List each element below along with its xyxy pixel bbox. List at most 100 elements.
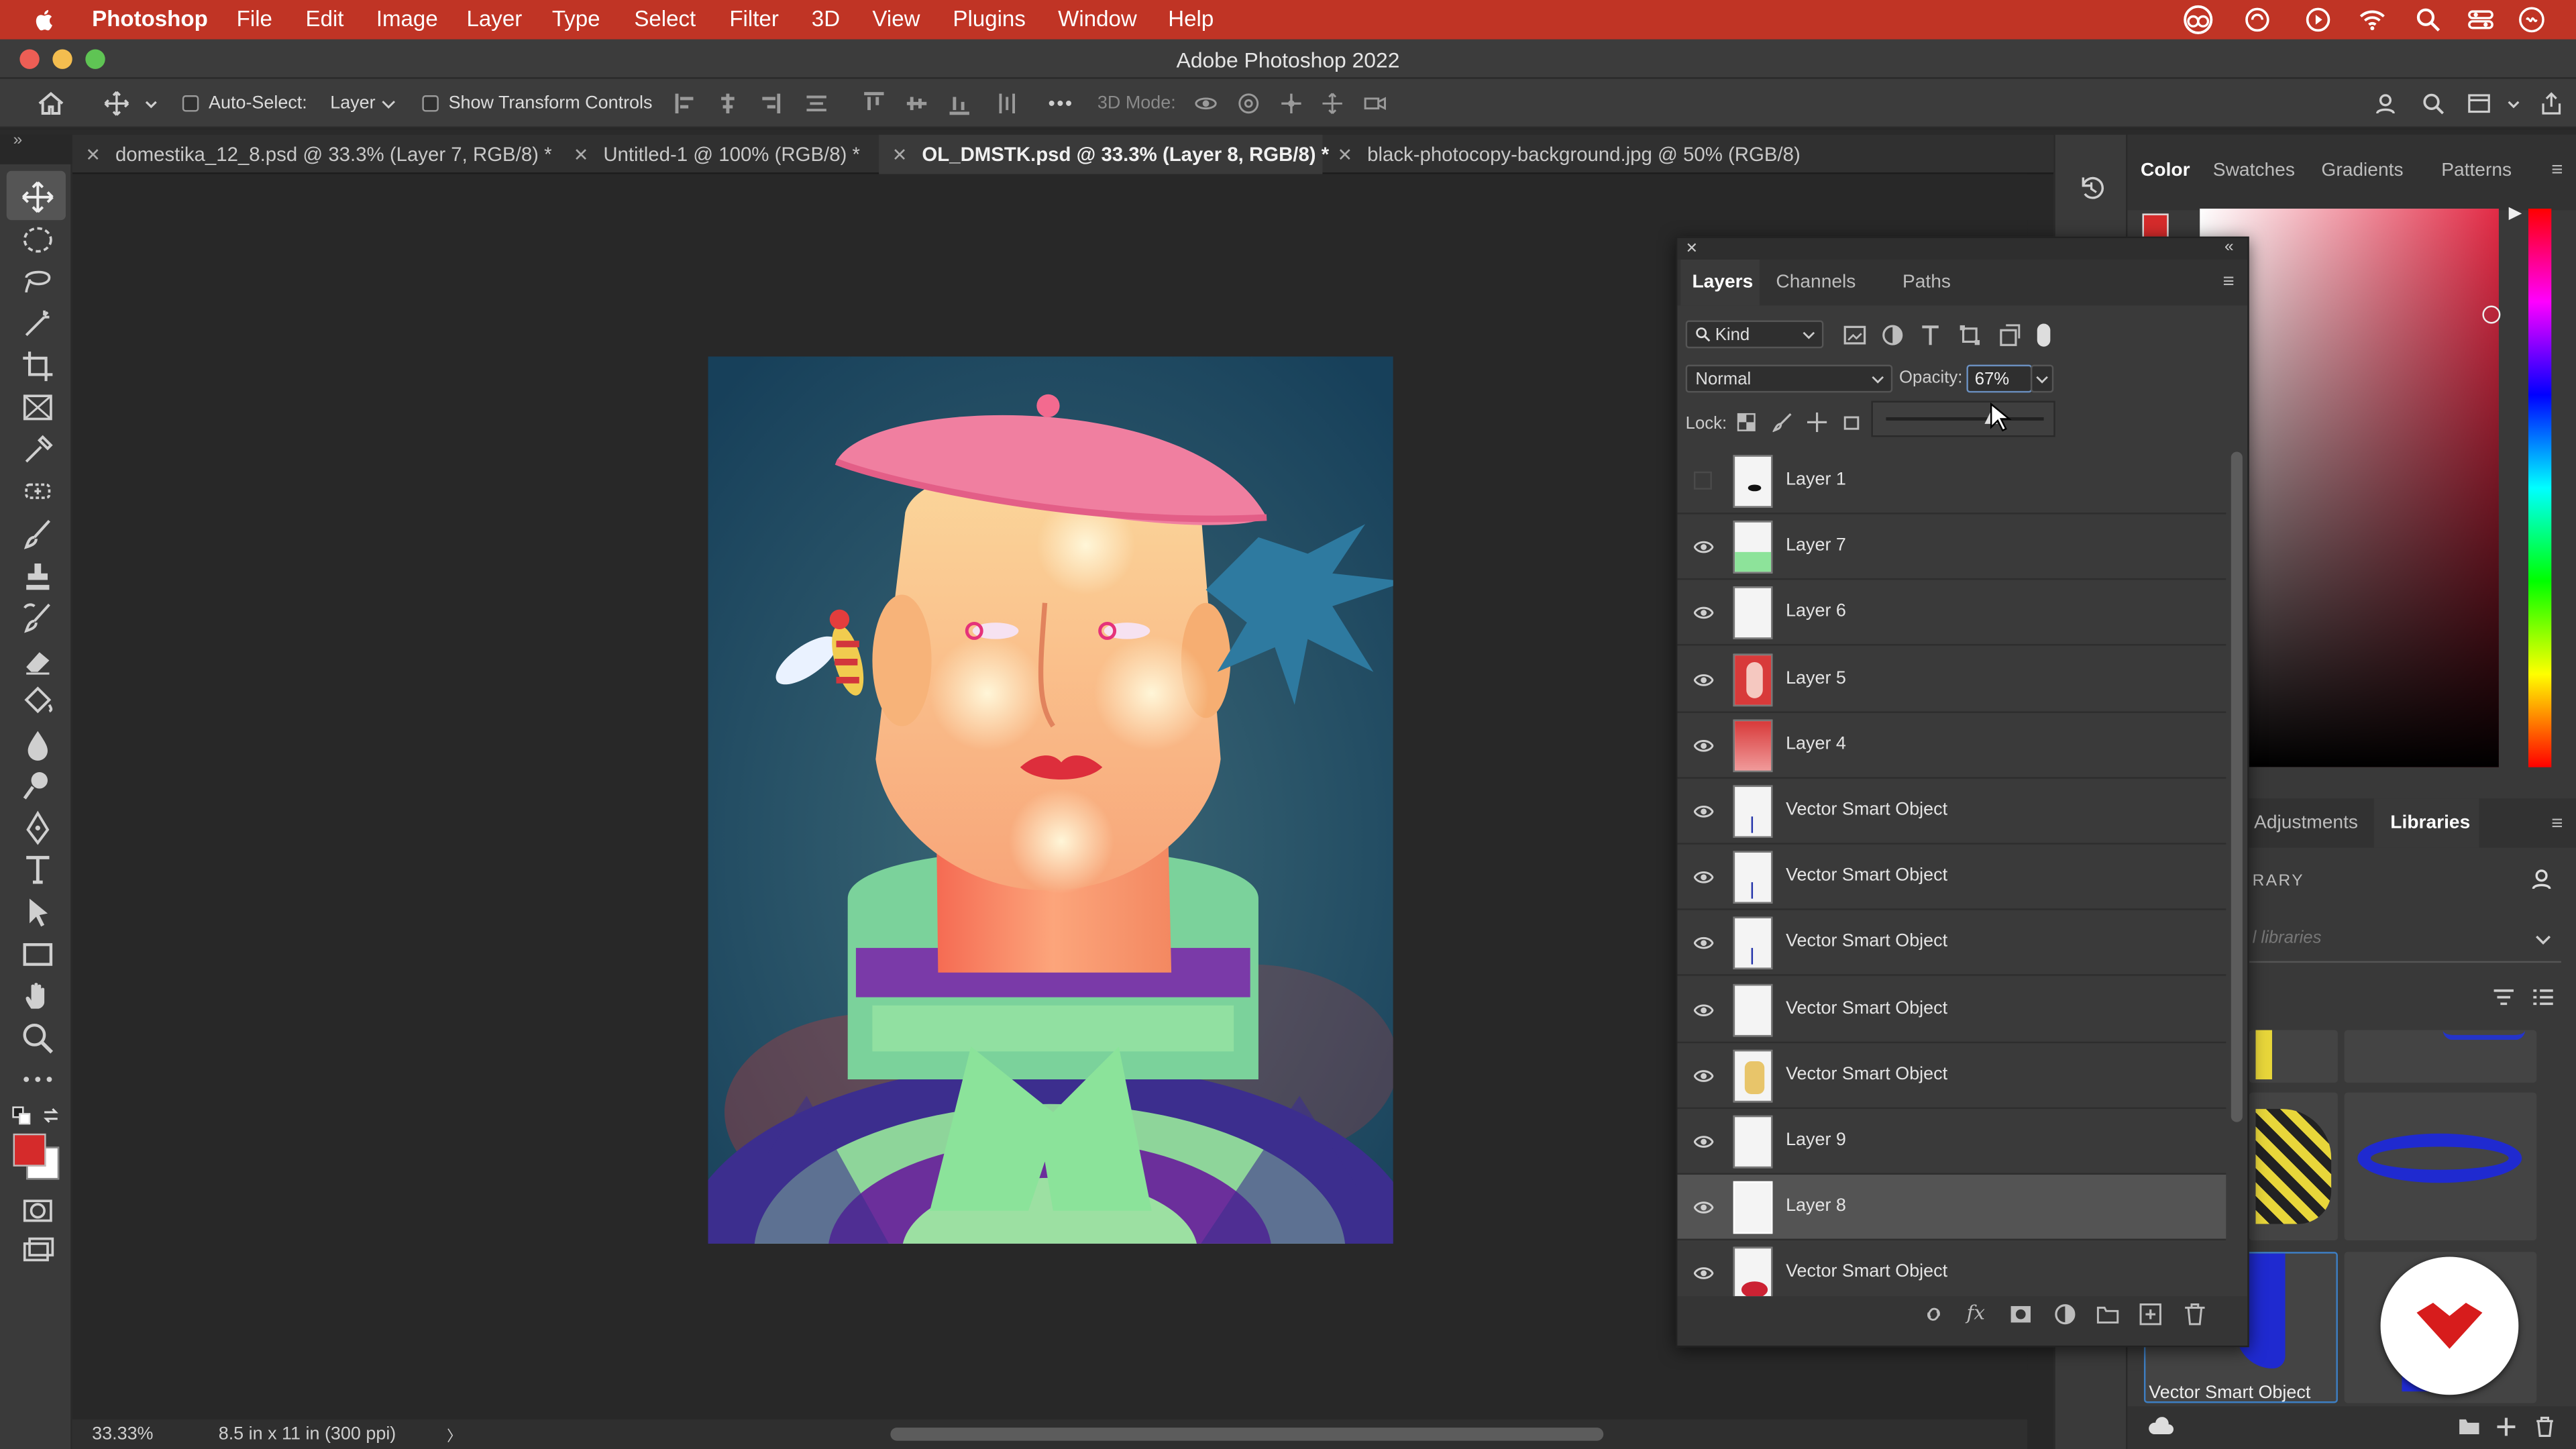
layer-name[interactable]: Vector Smart Object	[1786, 866, 1947, 885]
layer-name[interactable]: Vector Smart Object	[1786, 1263, 1947, 1282]
screen-mode-icon[interactable]	[19, 1234, 56, 1270]
tool-preset-dropdown-icon[interactable]	[143, 92, 159, 115]
layer-row[interactable]: Vector Smart Object	[1677, 911, 2226, 977]
menu-file[interactable]: File	[237, 7, 272, 32]
layer-row[interactable]: Vector Smart Object	[1677, 1241, 2226, 1297]
layer-thumbnail[interactable]	[1733, 455, 1773, 508]
apple-icon[interactable]	[32, 7, 58, 33]
eye-icon[interactable]	[1693, 669, 1714, 689]
auto-select-dropdown[interactable]: Layer	[322, 79, 404, 128]
3d-camera-icon[interactable]	[1364, 92, 1387, 115]
layer-name[interactable]: Layer 9	[1786, 1130, 1846, 1150]
align-left-icon[interactable]	[675, 92, 698, 115]
new-folder-icon[interactable]	[2458, 1416, 2481, 1436]
pen-tool-icon[interactable]	[19, 810, 56, 846]
healing-brush-tool-icon[interactable]	[19, 473, 56, 509]
layer-thumbnail[interactable]	[1733, 785, 1773, 838]
play-icon[interactable]	[2305, 7, 2331, 33]
filter-smart-object-icon[interactable]	[1998, 323, 2021, 346]
auto-select-checkbox[interactable]	[182, 95, 199, 112]
eye-icon[interactable]	[1693, 537, 1714, 557]
zoom-tool-icon[interactable]	[19, 1020, 56, 1057]
align-right-icon[interactable]	[757, 92, 781, 115]
opacity-slider-track[interactable]	[1886, 417, 2044, 421]
visibility-off-box[interactable]	[1693, 471, 1713, 491]
layer-thumbnail[interactable]	[1733, 587, 1773, 640]
close-tab-icon[interactable]: ✕	[1337, 144, 1352, 165]
eye-icon[interactable]	[1693, 1132, 1714, 1151]
history-brush-tool-icon[interactable]	[19, 600, 56, 636]
zoom-level[interactable]: 33.33%	[92, 1424, 153, 1444]
library-item[interactable]	[2344, 1030, 2537, 1083]
paint-bucket-tool-icon[interactable]	[19, 684, 56, 720]
spotlight-search-icon[interactable]	[2415, 7, 2441, 33]
layer-thumbnail[interactable]	[1733, 1115, 1773, 1169]
layer-row[interactable]: Layer 9	[1677, 1109, 2226, 1175]
library-item[interactable]	[2344, 1092, 2537, 1240]
document-artwork[interactable]	[708, 356, 1393, 1244]
blur-tool-icon[interactable]	[19, 726, 56, 762]
libraries-search-field[interactable]: l libraries	[2253, 928, 2322, 948]
layer-row[interactable]: Layer 8	[1677, 1175, 2226, 1241]
tab-channels[interactable]: Channels	[1776, 273, 1856, 292]
quick-mask-icon[interactable]	[19, 1193, 56, 1229]
marquee-tool-icon[interactable]	[19, 222, 56, 258]
swap-colors-icon[interactable]	[41, 1106, 60, 1125]
share-user-icon[interactable]	[2374, 92, 2397, 115]
add-mask-icon[interactable]	[2009, 1303, 2032, 1326]
menu-app-name[interactable]: Photoshop	[92, 7, 208, 32]
creative-cloud-icon[interactable]	[2182, 5, 2214, 34]
layer-name[interactable]: Vector Smart Object	[1786, 932, 1947, 952]
type-tool-icon[interactable]	[19, 851, 56, 888]
brush-tool-icon[interactable]	[19, 516, 56, 552]
path-selection-tool-icon[interactable]	[19, 894, 56, 930]
align-middle-icon[interactable]	[905, 92, 928, 115]
eraser-tool-icon[interactable]	[19, 643, 56, 679]
layer-name[interactable]: Vector Smart Object	[1786, 800, 1947, 820]
layer-name[interactable]: Vector Smart Object	[1786, 1064, 1947, 1083]
history-panel-icon[interactable]	[2078, 174, 2104, 201]
layers-panel-menu-icon[interactable]: ≡	[2222, 270, 2234, 292]
layer-row[interactable]: Layer 5	[1677, 647, 2226, 712]
tab-paths[interactable]: Paths	[1902, 273, 1951, 292]
crop-tool-icon[interactable]	[19, 348, 56, 384]
layer-row[interactable]: Layer 6	[1677, 580, 2226, 647]
eye-icon[interactable]	[1693, 934, 1714, 953]
link-layers-icon[interactable]	[1922, 1303, 1945, 1326]
layer-thumbnail[interactable]	[1733, 851, 1773, 904]
new-group-icon[interactable]	[2096, 1303, 2119, 1326]
siri-icon[interactable]	[2518, 7, 2544, 33]
eye-icon[interactable]	[1693, 1066, 1714, 1085]
3d-orbit-icon[interactable]	[1194, 92, 1217, 115]
lock-position-icon[interactable]	[1807, 412, 1827, 433]
3d-slide-icon[interactable]	[1321, 92, 1344, 115]
tab-color[interactable]: Color	[2141, 161, 2190, 180]
opacity-dropdown-button[interactable]	[2030, 364, 2054, 393]
menu-image[interactable]: Image	[376, 7, 438, 32]
more-options-button[interactable]: •••	[1048, 79, 1073, 128]
rectangle-tool-icon[interactable]	[19, 936, 56, 973]
dodge-tool-icon[interactable]	[19, 767, 56, 804]
sync-icon[interactable]	[2244, 7, 2270, 33]
menu-edit[interactable]: Edit	[306, 7, 344, 32]
align-center-icon[interactable]	[716, 92, 739, 115]
lock-artboard-icon[interactable]	[1841, 413, 1861, 432]
layer-name[interactable]: Layer 6	[1786, 602, 1846, 621]
blend-mode-dropdown[interactable]: Normal	[1685, 364, 1893, 393]
menu-view[interactable]: View	[872, 7, 920, 32]
layer-name[interactable]: Layer 4	[1786, 734, 1846, 753]
filter-toggle[interactable]	[2037, 323, 2051, 347]
show-transform-checkbox[interactable]	[422, 95, 439, 112]
layer-name[interactable]: Layer 5	[1786, 668, 1846, 688]
filter-pixel-icon[interactable]	[1843, 323, 1866, 346]
distribute-vertical-icon[interactable]	[996, 92, 1018, 115]
eyedropper-tool-icon[interactable]	[19, 432, 56, 468]
align-bottom-icon[interactable]	[948, 92, 971, 115]
lasso-tool-icon[interactable]	[19, 263, 56, 299]
layer-name[interactable]: Layer 8	[1786, 1196, 1846, 1216]
control-center-icon[interactable]	[2467, 7, 2493, 33]
foreground-color-swatch[interactable]	[13, 1133, 46, 1167]
menu-type[interactable]: Type	[552, 7, 600, 32]
library-name[interactable]: RARY	[2253, 872, 2304, 890]
delete-layer-icon[interactable]	[2184, 1303, 2206, 1326]
